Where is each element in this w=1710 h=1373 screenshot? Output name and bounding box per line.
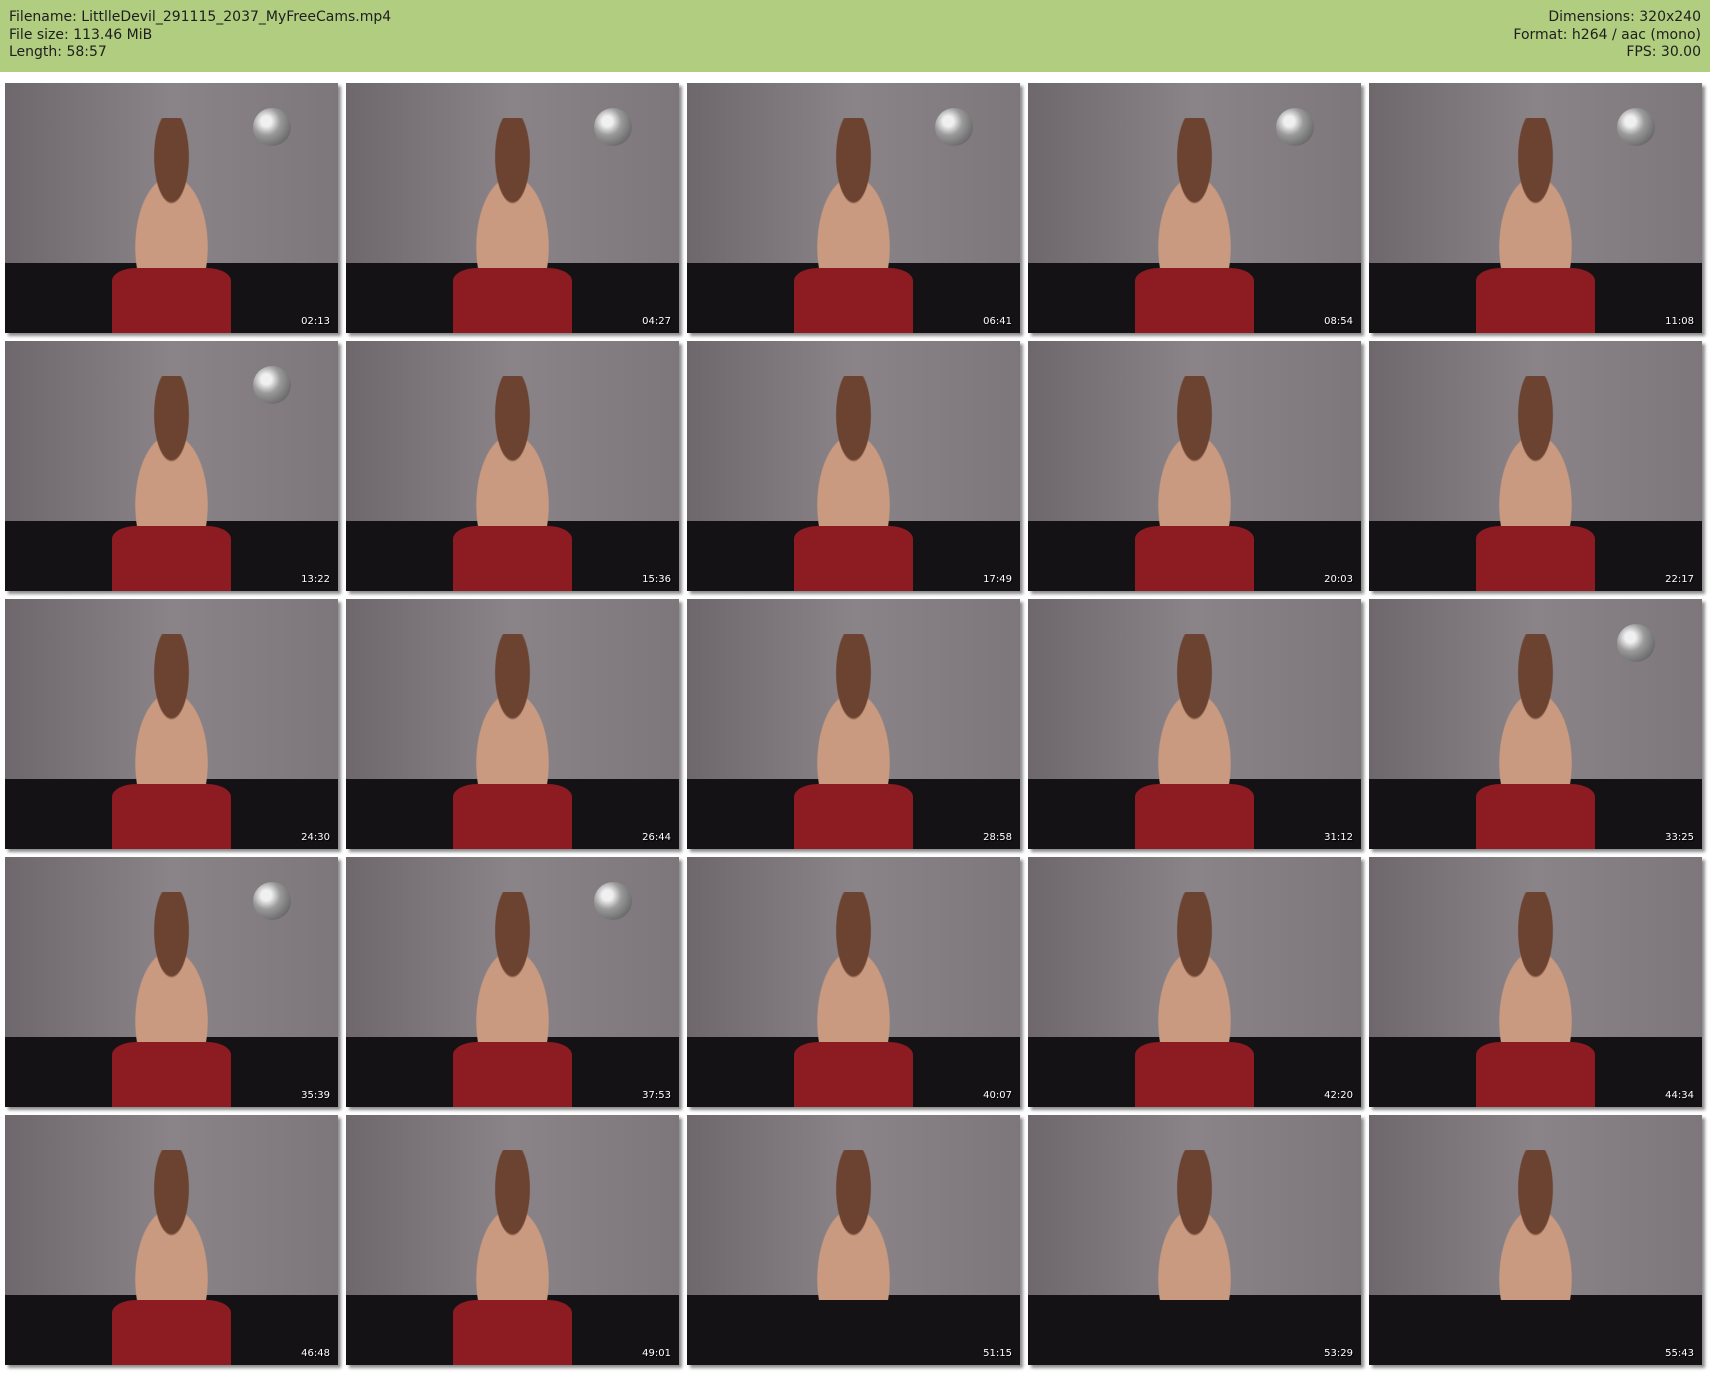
thumbnail-clothing (1475, 784, 1596, 849)
video-thumbnail: 49:01 (346, 1115, 679, 1365)
timestamp-label: 46:48 (301, 1348, 330, 1359)
thumbnail-clothing (1475, 268, 1596, 333)
thumbnail-clothing (1475, 1042, 1596, 1107)
video-thumbnail: 44:34 (1369, 857, 1702, 1107)
thumbnail-clothing (1475, 526, 1596, 591)
thumbnail-clothing (1134, 526, 1255, 591)
video-thumbnail: 37:53 (346, 857, 679, 1107)
timestamp-label: 55:43 (1665, 1348, 1694, 1359)
video-thumbnail: 26:44 (346, 599, 679, 849)
video-thumbnail: 17:49 (687, 341, 1020, 591)
thumbnail-clothing (1134, 784, 1255, 849)
thumbnail-clothing (111, 268, 232, 333)
thumbnail-clothing (1134, 1300, 1255, 1365)
thumbnail-clothing (452, 1042, 573, 1107)
thumbnail-clothing (793, 784, 914, 849)
thumbnail-clothing (793, 268, 914, 333)
timestamp-label: 28:58 (983, 832, 1012, 843)
video-thumbnail: 46:48 (5, 1115, 338, 1365)
thumbnail-clothing (793, 1300, 914, 1365)
thumbnail-clothing (1134, 1042, 1255, 1107)
timestamp-label: 20:03 (1324, 574, 1353, 585)
video-thumbnail: 33:25 (1369, 599, 1702, 849)
video-thumbnail: 31:12 (1028, 599, 1361, 849)
thumbnail-clothing (793, 526, 914, 591)
video-thumbnail: 35:39 (5, 857, 338, 1107)
thumbnail-clothing (452, 526, 573, 591)
video-thumbnail: 51:15 (687, 1115, 1020, 1365)
video-thumbnail: 28:58 (687, 599, 1020, 849)
thumbnail-clothing (452, 1300, 573, 1365)
video-thumbnail: 04:27 (346, 83, 679, 333)
timestamp-label: 31:12 (1324, 832, 1353, 843)
timestamp-label: 02:13 (301, 316, 330, 327)
thumbnail-clothing (111, 1042, 232, 1107)
thumbnail-clothing (452, 268, 573, 333)
video-thumbnail: 40:07 (687, 857, 1020, 1107)
video-thumbnail: 24:30 (5, 599, 338, 849)
timestamp-label: 22:17 (1665, 574, 1694, 585)
thumbnail-clothing (452, 784, 573, 849)
timestamp-label: 51:15 (983, 1348, 1012, 1359)
thumbnail-clothing (111, 526, 232, 591)
thumbnail-grid: 02:13 04:27 06:41 08:54 11:08 13:22 15:36 17:49… (0, 0, 1710, 1373)
timestamp-label: 13:22 (301, 574, 330, 585)
thumbnail-clothing (1475, 1300, 1596, 1365)
video-thumbnail: 06:41 (687, 83, 1020, 333)
video-thumbnail: 22:17 (1369, 341, 1702, 591)
video-thumbnail: 20:03 (1028, 341, 1361, 591)
timestamp-label: 24:30 (301, 832, 330, 843)
timestamp-label: 06:41 (983, 316, 1012, 327)
timestamp-label: 15:36 (642, 574, 671, 585)
timestamp-label: 08:54 (1324, 316, 1353, 327)
timestamp-label: 44:34 (1665, 1090, 1694, 1101)
timestamp-label: 33:25 (1665, 832, 1694, 843)
timestamp-label: 26:44 (642, 832, 671, 843)
timestamp-label: 35:39 (301, 1090, 330, 1101)
video-thumbnail: 13:22 (5, 341, 338, 591)
thumbnail-clothing (793, 1042, 914, 1107)
video-thumbnail: 55:43 (1369, 1115, 1702, 1365)
video-thumbnail: 15:36 (346, 341, 679, 591)
video-thumbnail: 53:29 (1028, 1115, 1361, 1365)
timestamp-label: 53:29 (1324, 1348, 1353, 1359)
timestamp-label: 11:08 (1665, 316, 1694, 327)
video-thumbnail: 11:08 (1369, 83, 1702, 333)
timestamp-label: 37:53 (642, 1090, 671, 1101)
thumbnail-clothing (111, 1300, 232, 1365)
timestamp-label: 49:01 (642, 1348, 671, 1359)
timestamp-label: 42:20 (1324, 1090, 1353, 1101)
thumbnail-clothing (1134, 268, 1255, 333)
timestamp-label: 17:49 (983, 574, 1012, 585)
thumbnail-clothing (111, 784, 232, 849)
video-thumbnail: 42:20 (1028, 857, 1361, 1107)
timestamp-label: 04:27 (642, 316, 671, 327)
timestamp-label: 40:07 (983, 1090, 1012, 1101)
video-thumbnail: 02:13 (5, 83, 338, 333)
video-thumbnail: 08:54 (1028, 83, 1361, 333)
